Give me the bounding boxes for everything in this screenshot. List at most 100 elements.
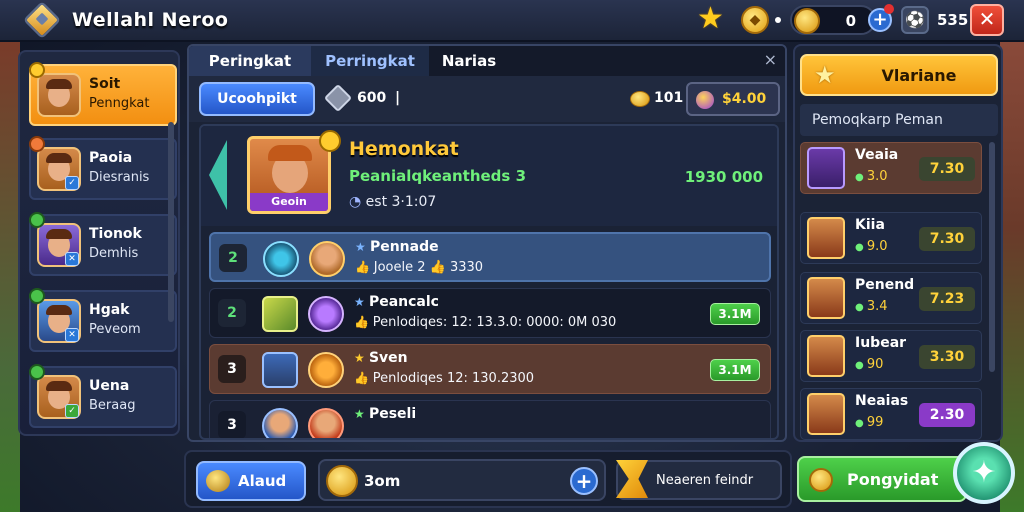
featured-meta: est 3·1:07 xyxy=(349,194,437,210)
right-scrollbar[interactable] xyxy=(989,142,995,372)
news-button[interactable]: Neaeren feindr xyxy=(616,460,782,500)
player-avatar xyxy=(262,408,298,438)
item-icon xyxy=(262,296,298,332)
ball-icon[interactable]: ⚽ xyxy=(901,6,929,34)
player-name: Tionok xyxy=(89,226,142,242)
gem-icon[interactable]: ◆ xyxy=(741,6,769,34)
player-avatar xyxy=(262,352,298,388)
section-title: Pemoqkarp Peman xyxy=(800,104,998,136)
amount-field[interactable]: 3om + xyxy=(318,459,606,501)
player-avatar xyxy=(807,335,845,377)
add-coins-button[interactable]: + xyxy=(868,4,894,32)
close-button[interactable]: ✕ xyxy=(970,4,1004,36)
list-item[interactable]: Kiia 9.0 7.30 xyxy=(800,212,982,264)
row-title: Sven xyxy=(354,350,408,366)
row-title: Peancalc xyxy=(354,294,439,310)
play-button[interactable]: Pongyidat xyxy=(797,456,967,502)
featured-title: Hemonkat xyxy=(349,138,459,160)
gem-value: 600 xyxy=(357,90,387,106)
player-subtitle: Penngkat xyxy=(89,96,150,111)
left-list-item[interactable]: ✓ Uena Beraag xyxy=(29,364,177,428)
coin-icon xyxy=(326,465,358,497)
chevron-left-icon[interactable] xyxy=(209,140,227,210)
load-button-label: Alaud xyxy=(238,472,287,490)
left-list-item[interactable]: ✕ Tionok Demhis xyxy=(29,212,177,276)
item-value: 7.30 xyxy=(919,227,975,251)
filter-button[interactable]: Ucoohpikt xyxy=(199,82,315,116)
row-title: Peseli xyxy=(354,406,416,422)
featured-score: 1930 000 xyxy=(684,168,763,186)
item-value: 7.30 xyxy=(919,157,975,181)
item-value: 3.30 xyxy=(919,345,975,369)
ball-count: 535 xyxy=(937,11,969,29)
coins-value: 101 xyxy=(654,90,684,106)
item-icon xyxy=(308,352,344,388)
lightning-icon xyxy=(616,460,648,498)
news-label: Neaeren feindr xyxy=(656,473,754,488)
shield-icon: ✕ xyxy=(65,328,79,342)
list-item[interactable]: Veaia 3.0 7.30 xyxy=(800,142,982,194)
item-icon xyxy=(263,241,299,277)
app-title: Wellahl Neroo xyxy=(72,9,229,31)
star-icon[interactable]: ★ xyxy=(697,4,724,34)
load-button[interactable]: Alaud xyxy=(196,461,306,501)
row-title: Pennade xyxy=(355,239,439,255)
item-sub: 99 xyxy=(855,415,884,430)
player-subtitle: Demhis xyxy=(89,246,139,261)
list-item[interactable]: Penend 3.4 7.23 xyxy=(800,272,982,324)
table-row[interactable]: 3 Sven Penlodiqes 12: 130.2300 3.1M xyxy=(209,344,771,394)
tab-narias[interactable]: Narias xyxy=(429,46,509,76)
rank-badge: 2 xyxy=(218,299,246,327)
action-round-button[interactable]: ✦ xyxy=(953,442,1015,504)
player-subtitle: Beraag xyxy=(89,398,136,413)
add-button[interactable]: + xyxy=(570,467,598,495)
reward-badge[interactable]: 3.1M xyxy=(710,303,760,325)
logo-icon xyxy=(22,0,62,40)
badge-icon xyxy=(29,288,45,304)
gem-icon xyxy=(323,83,353,113)
table-row[interactable]: 2 Peancalc Penlodiqes: 12: 13.3.0: 0000:… xyxy=(209,288,771,338)
shield-icon: ✓ xyxy=(65,404,79,418)
rank-badge: 2 xyxy=(219,244,247,272)
list-item[interactable]: Neaias 99 2.30 xyxy=(800,388,982,440)
shield-icon: ✕ xyxy=(65,252,79,266)
right-panel: ★ Vlariane Pemoqkarp Peman Veaia 3.0 7.3… xyxy=(793,44,1003,442)
table-row[interactable]: 3 Peseli xyxy=(209,400,771,438)
row-detail: Jooele 2 👍 3330 xyxy=(355,260,483,275)
left-list-item[interactable]: Soit Penngkat xyxy=(29,62,177,126)
bottom-bar: Alaud 3om + Neaeren feindr xyxy=(184,450,792,508)
list-item[interactable]: Iubear 90 3.30 xyxy=(800,330,982,382)
bag-icon xyxy=(206,470,230,492)
close-icon[interactable]: × xyxy=(764,50,777,69)
price-value: $4.00 xyxy=(722,91,767,107)
item-value: 2.30 xyxy=(919,403,975,427)
rank-badge: 3 xyxy=(218,355,246,383)
featured-button[interactable]: ★ Vlariane xyxy=(800,54,998,96)
featured-subtitle: Peanialqkeantheds 3 xyxy=(349,167,527,185)
badge-icon xyxy=(29,364,45,380)
item-name: Neaias xyxy=(855,393,909,409)
coin-value: 0 xyxy=(845,12,856,30)
featured-player[interactable]: Geoin Hemonkat Peanialqkeantheds 3 est 3… xyxy=(201,126,777,226)
amount-value: 3om xyxy=(364,472,401,490)
left-list-item[interactable]: ✓ Paoia Diesranis xyxy=(29,136,177,200)
reward-badge[interactable]: 3.1M xyxy=(710,359,760,381)
coins-icon xyxy=(630,91,650,107)
badge-icon xyxy=(29,212,45,228)
badge-icon xyxy=(29,136,45,152)
left-list-item[interactable]: ✕ Hgak Peveom xyxy=(29,288,177,352)
coin-icon xyxy=(794,8,820,34)
left-player-list: Soit Penngkat ✓ Paoia Diesranis ✕ Tionok… xyxy=(18,50,180,436)
table-row[interactable]: 2 Pennade Jooele 2 👍 3330 xyxy=(209,232,771,282)
gem-icon xyxy=(696,91,714,109)
player-avatar xyxy=(309,241,345,277)
left-scrollbar[interactable] xyxy=(168,122,174,322)
coin-icon xyxy=(809,468,833,492)
item-name: Kiia xyxy=(855,217,885,233)
tab-peringkat[interactable]: Peringkat xyxy=(189,46,311,76)
player-name: Uena xyxy=(89,378,130,394)
tab-perringkat[interactable]: Perringkat xyxy=(311,46,429,76)
leaderboard-content: Geoin Hemonkat Peanialqkeantheds 3 est 3… xyxy=(199,124,779,440)
price-button[interactable]: $4.00 xyxy=(686,82,780,116)
badge-icon xyxy=(29,62,45,78)
